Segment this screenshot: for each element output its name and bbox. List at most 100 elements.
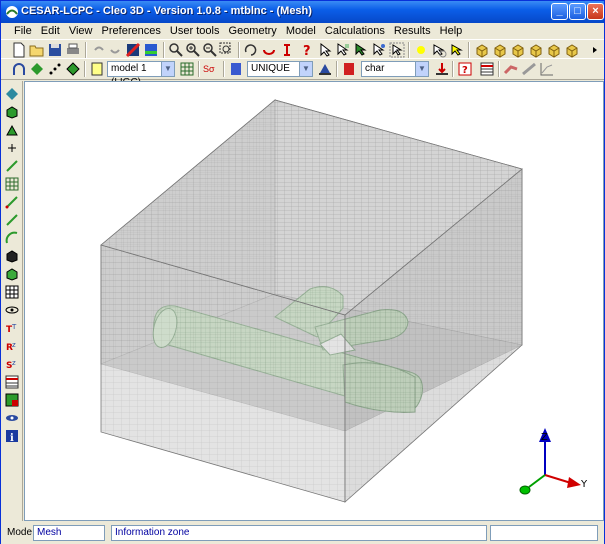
close-button[interactable]: ×: [587, 3, 604, 20]
curve-plot-icon[interactable]: [539, 61, 555, 77]
svg-text:z: z: [12, 359, 16, 367]
zoom-out-icon[interactable]: [202, 42, 218, 58]
view-cube-top-icon[interactable]: [546, 42, 562, 58]
deformed-icon[interactable]: [503, 61, 519, 77]
char-select[interactable]: char ▼: [361, 61, 429, 77]
eye-icon[interactable]: [5, 303, 19, 317]
diamond-outline-icon[interactable]: [65, 61, 81, 77]
redo-icon[interactable]: [107, 42, 123, 58]
print-icon[interactable]: [65, 42, 81, 58]
save-icon[interactable]: [47, 42, 63, 58]
rotate-red-icon[interactable]: [261, 42, 277, 58]
select-node-icon[interactable]: [335, 42, 351, 58]
title-bar[interactable]: CESAR-LCPC - Cleo 3D - Version 1.0.8 - m…: [1, 1, 604, 23]
information-zone: Information zone: [111, 525, 487, 541]
zoom-window-icon[interactable]: [219, 42, 235, 58]
rotate-r-icon[interactable]: Rz: [5, 339, 19, 353]
view-cube-right-icon[interactable]: [528, 42, 544, 58]
zoom-in-icon[interactable]: [185, 42, 201, 58]
zoom-icon[interactable]: [168, 42, 184, 58]
mesh-scene[interactable]: Z Y: [25, 82, 603, 520]
open-folder-icon[interactable]: [29, 42, 45, 58]
visibility-icon[interactable]: [5, 411, 19, 425]
solid-black-icon[interactable]: [5, 249, 19, 263]
diamond-green-icon[interactable]: [29, 61, 45, 77]
menu-file[interactable]: File: [11, 23, 35, 40]
maximize-button[interactable]: □: [569, 3, 586, 20]
volume-wedge-icon[interactable]: [5, 123, 19, 137]
chevron-down-icon[interactable]: ▼: [415, 62, 428, 76]
view-cube-front-icon[interactable]: [474, 42, 490, 58]
isovalues-icon[interactable]: [521, 61, 537, 77]
y-axis-line: [544, 474, 572, 484]
menu-edit[interactable]: Edit: [38, 23, 63, 40]
unique-select[interactable]: UNIQUE ▼: [247, 61, 313, 77]
3d-viewport[interactable]: Z Y: [24, 81, 604, 521]
model-sheet-icon[interactable]: [89, 61, 105, 77]
menu-help[interactable]: Help: [437, 23, 466, 40]
section-icon[interactable]: [279, 42, 295, 58]
z-axis-label: Z: [541, 432, 548, 443]
app-window: CESAR-LCPC - Cleo 3D - Version 1.0.8 - m…: [0, 0, 605, 544]
toolbar-overflow-icon[interactable]: [587, 42, 597, 58]
renumber-icon[interactable]: [5, 393, 19, 407]
results-table-icon[interactable]: [479, 61, 495, 77]
rainbow-icon[interactable]: [143, 42, 159, 58]
geometry-diamond-icon[interactable]: [5, 87, 19, 101]
chevron-down-icon[interactable]: ▼: [299, 62, 312, 76]
load-book-icon[interactable]: [341, 61, 357, 77]
arc-icon[interactable]: [5, 231, 19, 245]
menu-calculations[interactable]: Calculations: [322, 23, 388, 40]
menu-user-tools[interactable]: User tools: [167, 23, 223, 40]
point-cross-icon[interactable]: [5, 141, 19, 155]
stress-label[interactable]: Sσ: [203, 61, 221, 77]
rotate-icon[interactable]: [243, 42, 259, 58]
select-face-icon[interactable]: [371, 42, 387, 58]
y-axis-arrow: [567, 477, 581, 488]
view-cube-back-icon[interactable]: [492, 42, 508, 58]
segment2-icon[interactable]: [5, 213, 19, 227]
status-extra-field: [490, 525, 598, 541]
line-icon[interactable]: [5, 159, 19, 173]
select-element-icon[interactable]: [353, 42, 369, 58]
select-group-icon[interactable]: [389, 42, 405, 58]
load-arrow-icon[interactable]: [434, 61, 450, 77]
transform-icon[interactable]: TT: [5, 321, 19, 335]
menu-preferences[interactable]: Preferences: [99, 23, 164, 40]
chevron-down-icon[interactable]: ▼: [161, 62, 174, 76]
menu-model[interactable]: Model: [283, 23, 319, 40]
info-icon[interactable]: i: [5, 429, 19, 443]
segment-icon[interactable]: [5, 195, 19, 209]
color-map-icon[interactable]: [125, 42, 141, 58]
minimize-button[interactable]: _: [551, 3, 568, 20]
char-select-value: char: [365, 63, 385, 74]
calculation-help-icon[interactable]: ?: [457, 61, 473, 77]
grid-icon[interactable]: [5, 177, 19, 191]
menu-view[interactable]: View: [66, 23, 96, 40]
symmetry-icon[interactable]: Sz: [5, 357, 19, 371]
mesh-table-icon[interactable]: [5, 285, 19, 299]
menu-results[interactable]: Results: [391, 23, 434, 40]
points-icon[interactable]: [47, 61, 63, 77]
select-pointer-icon[interactable]: [317, 42, 333, 58]
mode-value-field: Mesh: [33, 525, 105, 541]
light-icon[interactable]: [413, 42, 429, 58]
list-table-icon[interactable]: [5, 375, 19, 389]
volume-cube-icon[interactable]: [5, 105, 19, 119]
help-query-icon[interactable]: ?: [299, 42, 315, 58]
menu-geometry[interactable]: Geometry: [226, 23, 280, 40]
pan-icon[interactable]: [431, 42, 447, 58]
x-axis-line: [528, 474, 546, 488]
undo-icon[interactable]: [91, 42, 107, 58]
view-cube-iso-icon[interactable]: [564, 42, 580, 58]
model-select[interactable]: model 1 (LIGC)▼: [107, 61, 175, 88]
boundary-icon[interactable]: [317, 61, 333, 77]
mesh-grid-icon[interactable]: [179, 61, 195, 77]
new-file-icon[interactable]: [11, 42, 27, 58]
material-book-icon[interactable]: [228, 61, 244, 77]
svg-text:T: T: [11, 323, 17, 331]
view-cube-left-icon[interactable]: [510, 42, 526, 58]
arch-icon[interactable]: [11, 61, 27, 77]
solid-green-icon[interactable]: [5, 267, 19, 281]
pick-icon[interactable]: [449, 42, 465, 58]
